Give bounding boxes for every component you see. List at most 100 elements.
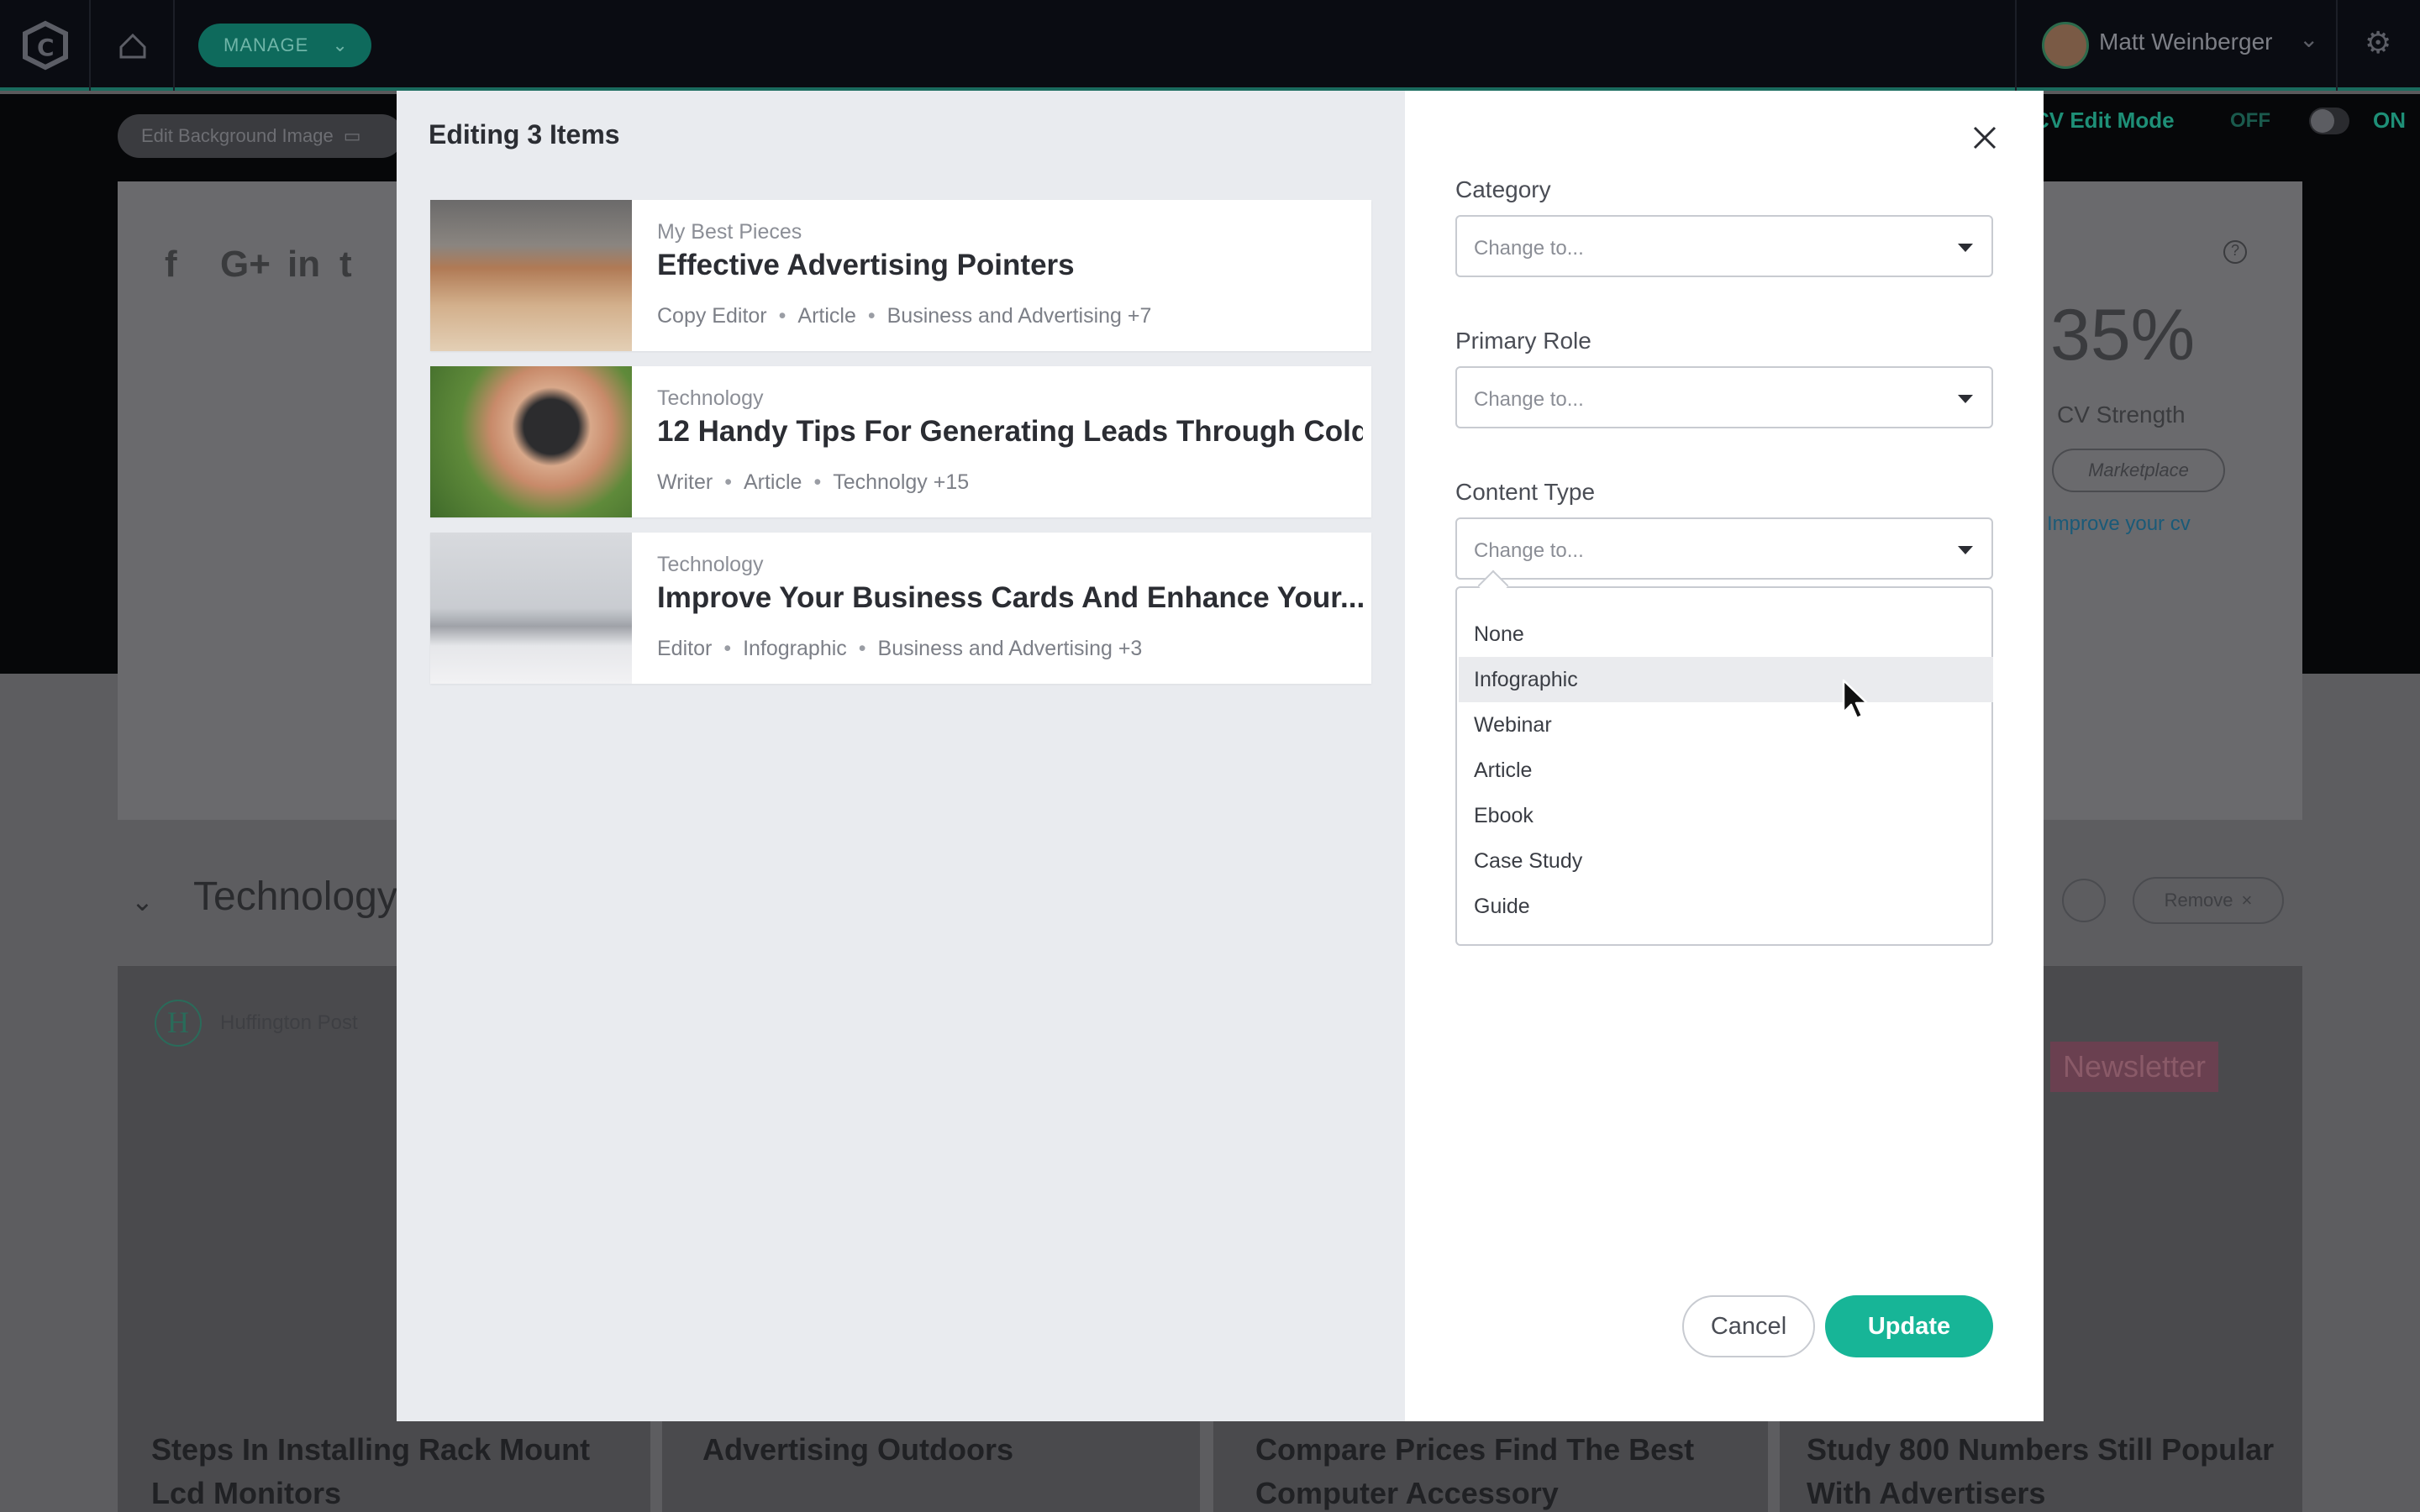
option-article[interactable]: Article bbox=[1459, 748, 1993, 793]
toggle-on-label: ON bbox=[2373, 108, 2406, 133]
close-modal-button[interactable] bbox=[1968, 121, 2002, 155]
facebook-icon[interactable]: f bbox=[165, 244, 177, 286]
separator-dot: • bbox=[724, 470, 732, 494]
gear-icon[interactable]: ⚙ bbox=[2365, 25, 2391, 60]
huffington-post-logo-icon: H bbox=[155, 1000, 202, 1047]
item-type: Infographic bbox=[743, 637, 847, 660]
category-select[interactable]: Change to... bbox=[1455, 215, 1993, 277]
close-icon bbox=[1973, 126, 1996, 150]
card-title[interactable]: Steps In Installing Rack Mount Lcd Monit… bbox=[151, 1428, 622, 1512]
item-type: Article bbox=[797, 304, 856, 328]
divider bbox=[2336, 0, 2338, 91]
option-guide[interactable]: Guide bbox=[1459, 884, 1993, 929]
item-thumbnail bbox=[430, 533, 632, 684]
selected-item[interactable]: Technology 12 Handy Tips For Generating … bbox=[430, 366, 1371, 517]
separator-dot: • bbox=[858, 637, 866, 660]
home-icon bbox=[119, 33, 146, 59]
divider bbox=[2015, 0, 2017, 91]
modal-title: Editing 3 Items bbox=[429, 119, 620, 150]
cv-strength-value: 35% bbox=[2050, 295, 2196, 375]
item-role: Editor bbox=[657, 637, 713, 660]
caret-down-icon bbox=[1958, 244, 1973, 252]
content-type-select-value: Change to... bbox=[1474, 539, 1584, 562]
cv-edit-toggle[interactable] bbox=[2309, 108, 2349, 134]
card-title[interactable]: Compare Prices Find The Best Computer Ac… bbox=[1255, 1428, 1726, 1512]
remove-label: Remove bbox=[2164, 890, 2233, 911]
item-category: Technology bbox=[657, 386, 764, 410]
item-role: Writer bbox=[657, 470, 713, 494]
item-category: My Best Pieces bbox=[657, 220, 802, 244]
edit-background-label: Edit Background Image bbox=[141, 125, 334, 146]
cancel-button[interactable]: Cancel bbox=[1682, 1295, 1815, 1357]
user-name[interactable]: Matt Weinberger bbox=[2099, 29, 2272, 55]
chevron-down-icon: ⌄ bbox=[332, 34, 349, 55]
card-title[interactable]: Advertising Outdoors bbox=[702, 1428, 1173, 1472]
linkedin-icon[interactable]: in bbox=[287, 244, 320, 286]
selected-item[interactable]: My Best Pieces Effective Advertising Poi… bbox=[430, 200, 1371, 351]
option-none[interactable]: None bbox=[1459, 612, 1993, 657]
section-title: Technology bbox=[193, 874, 397, 919]
manage-menu-button[interactable]: MANAGE ⌄ bbox=[198, 24, 371, 67]
item-meta: Writer • Article • Technolgy +15 bbox=[657, 470, 969, 495]
item-category: Technology bbox=[657, 553, 764, 576]
section-options-button[interactable] bbox=[2062, 879, 2106, 922]
toggle-knob bbox=[2311, 109, 2334, 133]
item-title: Effective Advertising Pointers bbox=[657, 249, 1075, 281]
twitter-icon[interactable]: t bbox=[339, 244, 352, 286]
item-tags: Business and Advertising +7 bbox=[886, 304, 1152, 328]
edit-background-button[interactable]: Edit Background Image ▭ bbox=[118, 114, 403, 158]
item-type: Article bbox=[743, 470, 802, 494]
remove-section-button[interactable]: Remove × bbox=[2133, 877, 2284, 924]
update-button[interactable]: Update bbox=[1825, 1295, 1993, 1357]
primary-role-select-value: Change to... bbox=[1474, 388, 1584, 411]
category-select-value: Change to... bbox=[1474, 237, 1584, 260]
caret-down-icon bbox=[1958, 395, 1973, 403]
card-title[interactable]: Study 800 Numbers Still Popular With Adv… bbox=[1807, 1428, 2277, 1512]
top-navigation-bar: C MANAGE ⌄ Matt Weinberger ⌄ ⚙ bbox=[0, 0, 2420, 91]
item-tags: Technolgy +15 bbox=[833, 470, 970, 494]
selected-item[interactable]: Technology Improve Your Business Cards A… bbox=[430, 533, 1371, 684]
item-meta: Copy Editor • Article • Business and Adverti… bbox=[657, 304, 1151, 328]
image-icon: ▭ bbox=[343, 125, 361, 146]
item-tags: Business and Advertising +3 bbox=[877, 637, 1143, 660]
home-button[interactable] bbox=[91, 0, 175, 91]
content-type-dropdown: None Infographic Webinar Article Ebook C… bbox=[1455, 586, 1993, 946]
category-label: Category bbox=[1455, 176, 1551, 202]
separator-dot: • bbox=[778, 304, 786, 328]
improve-cv-link[interactable]: Improve your cv bbox=[2047, 512, 2191, 536]
source-label: Huffington Post bbox=[220, 1011, 358, 1034]
item-thumbnail bbox=[430, 366, 632, 517]
svg-text:C: C bbox=[37, 34, 55, 61]
newsletter-image-text: Newsletter bbox=[2050, 1042, 2218, 1092]
google-plus-icon[interactable]: G+ bbox=[220, 244, 271, 286]
cv-strength-label: CV Strength bbox=[2057, 402, 2186, 428]
mouse-cursor-icon bbox=[1842, 679, 1869, 720]
option-infographic[interactable]: Infographic bbox=[1459, 657, 1993, 702]
collapse-chevron-icon[interactable]: ⌄ bbox=[131, 885, 154, 917]
primary-role-label: Primary Role bbox=[1455, 328, 1591, 354]
marketplace-button[interactable]: Marketplace bbox=[2052, 449, 2225, 492]
option-webinar[interactable]: Webinar bbox=[1459, 702, 1993, 748]
option-case-study[interactable]: Case Study bbox=[1459, 838, 1993, 884]
chevron-down-icon[interactable]: ⌄ bbox=[2299, 25, 2318, 53]
cv-edit-mode-label: CV Edit Mode bbox=[2033, 108, 2175, 133]
separator-dot: • bbox=[867, 304, 876, 328]
item-role: Copy Editor bbox=[657, 304, 767, 328]
item-title: Improve Your Business Cards And Enhance … bbox=[657, 581, 1363, 614]
item-meta: Editor • Infographic • Business and Advertis… bbox=[657, 637, 1142, 661]
avatar[interactable] bbox=[2042, 22, 2089, 69]
primary-role-select[interactable]: Change to... bbox=[1455, 366, 1993, 428]
item-title: 12 Handy Tips For Generating Leads Throu… bbox=[657, 415, 1363, 448]
content-type-label: Content Type bbox=[1455, 479, 1596, 505]
separator-dot: • bbox=[813, 470, 822, 494]
help-icon[interactable]: ? bbox=[2223, 240, 2247, 264]
manage-label: MANAGE bbox=[224, 34, 309, 55]
toggle-off-label: OFF bbox=[2230, 109, 2270, 132]
option-ebook[interactable]: Ebook bbox=[1459, 793, 1993, 838]
app-logo-icon: C bbox=[23, 20, 68, 71]
item-thumbnail bbox=[430, 200, 632, 351]
close-icon: × bbox=[2241, 890, 2253, 911]
app-logo[interactable]: C bbox=[0, 0, 91, 91]
separator-dot: • bbox=[723, 637, 732, 660]
content-type-select[interactable]: Change to... bbox=[1455, 517, 1993, 580]
